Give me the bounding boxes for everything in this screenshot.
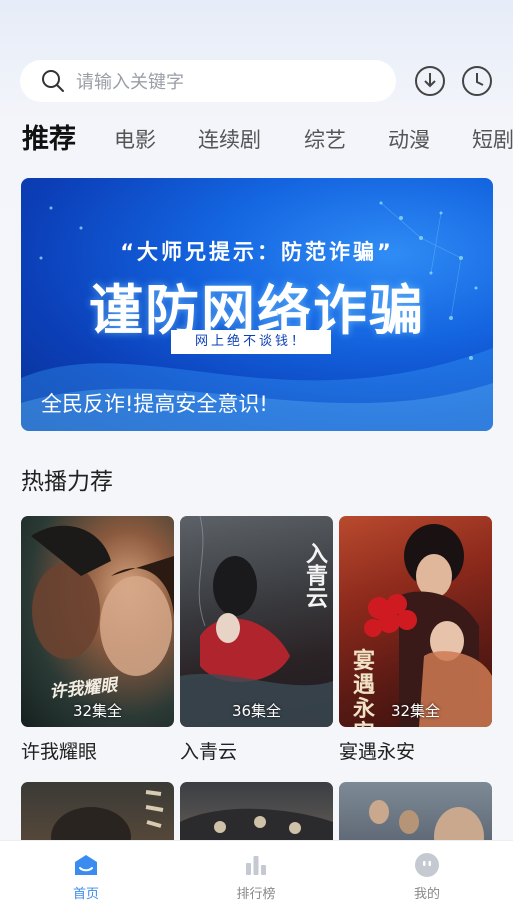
nav-home-label: 首页 [72, 887, 99, 902]
episode-count: 32集全 [390, 702, 441, 720]
nav-ranking-label: 排行榜 [236, 887, 276, 902]
tab-variety[interactable]: 综艺 [304, 120, 346, 160]
episode-count: 36集全 [231, 702, 282, 720]
download-icon[interactable] [413, 64, 447, 98]
nav-home[interactable]: 首页 [41, 851, 131, 902]
drama-poster[interactable]: 许我耀眼 32集全 [21, 516, 174, 727]
drama-poster[interactable]: 入青云 36集全 [180, 516, 333, 727]
drama-poster[interactable]: 宴遇永安 32集全 [339, 516, 492, 727]
tab-recommend[interactable]: 推荐 [22, 120, 76, 160]
tab-short-drama[interactable]: 短剧 [472, 120, 513, 160]
tab-movies[interactable]: 电影 [114, 120, 156, 160]
nav-ranking[interactable]: 排行榜 [211, 851, 301, 902]
search-icon [42, 70, 64, 92]
episode-count: 32集全 [72, 702, 123, 720]
history-clock-icon[interactable] [460, 64, 494, 98]
drama-card[interactable]: 入青云 36集全 入青云 [180, 516, 333, 764]
banner-quote: “大师兄提示：防范诈骗” [120, 240, 394, 264]
bottom-nav: 首页 排行榜 我的 [0, 840, 513, 912]
nav-profile-label: 我的 [413, 887, 440, 902]
drama-title: 宴遇永安 [339, 741, 416, 763]
banner-tag: 网上绝不谈钱！ [171, 330, 331, 354]
tab-anime[interactable]: 动漫 [388, 120, 430, 160]
poster-art-title: 入青云 [302, 542, 327, 608]
drama-card[interactable]: 宴遇永安 32集全 宴遇永安 [339, 516, 492, 764]
category-tabs: 推荐 电影 连续剧 综艺 动漫 短剧 [0, 120, 513, 160]
home-icon [75, 855, 97, 875]
drama-title: 入青云 [180, 741, 238, 763]
ranking-bars-icon [246, 856, 266, 875]
section-title: 热播力荐 [21, 469, 113, 495]
tab-series[interactable]: 连续剧 [198, 120, 261, 160]
profile-face-icon [415, 853, 439, 877]
promo-banner[interactable]: “大师兄提示：防范诈骗” 谨防网络诈骗 网上绝不谈钱！ 全民反诈!提高安全意识! [21, 178, 493, 431]
nav-profile[interactable]: 我的 [382, 851, 472, 902]
search-bar[interactable]: 请输入关键字 [20, 60, 396, 102]
drama-card[interactable]: 许我耀眼 32集全 许我耀眼 [21, 516, 174, 764]
search-placeholder: 请输入关键字 [76, 72, 184, 93]
banner-caption: 全民反诈!提高安全意识! [41, 392, 268, 416]
drama-title: 许我耀眼 [21, 741, 98, 763]
